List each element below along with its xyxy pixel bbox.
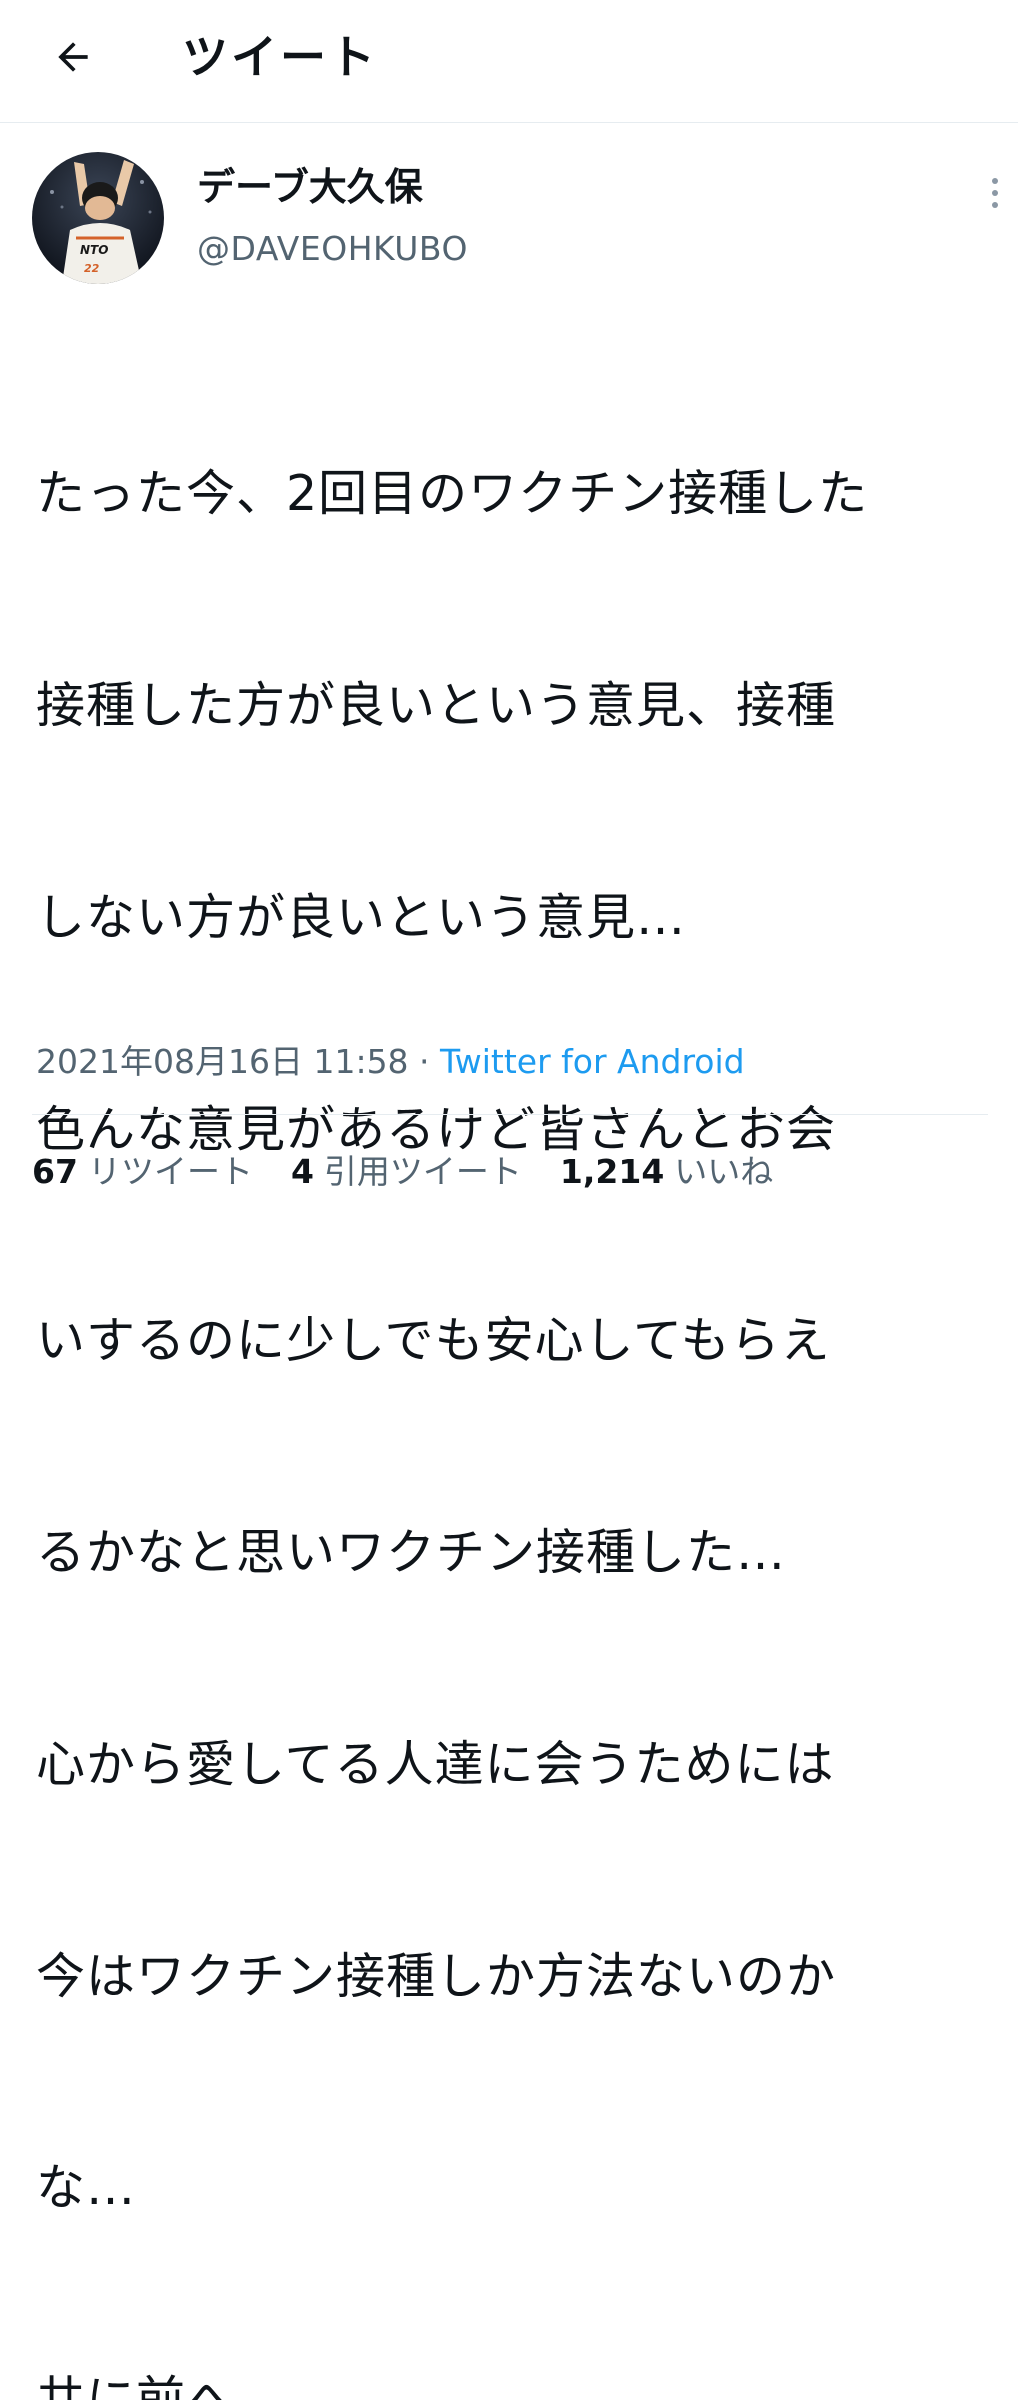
likes-count: 1,214 [559,1152,665,1191]
quotes-label: 引用ツイート [323,1152,522,1191]
quotes-count: 4 [290,1152,314,1191]
tweet-line: 心から愛してる人達に会うためには [36,1735,835,1793]
tweet-meta: 2021年08月16日 11:58 · Twitter for Android [36,1038,745,1086]
tweet-line: 今はワクチン接種しか方法ないのか [36,1947,837,2005]
divider [32,1114,988,1115]
meta-separator: · [408,1042,441,1081]
retweets-count: 67 [32,1152,78,1191]
tweet-line: たった今、2回目のワクチン接種した [36,465,869,523]
retweets-stat[interactable]: 67 リツイート [32,1148,253,1196]
likes-label: いいね [674,1152,774,1191]
page-title: ツイート [182,30,378,84]
tweet-line: るかなと思いワクチン接種した… [36,1524,787,1582]
arrow-left-icon [58,42,88,72]
tweet-line: な… [36,2159,137,2217]
tweet-source-link[interactable]: Twitter for Android [440,1042,745,1081]
engagement-stats: 67 リツイート 4 引用ツイート 1,214 いいね [32,1148,811,1196]
tweet-body: たった今、2回目のワクチン接種した 接種した方が良いという意見、接種 しない方が… [36,318,996,2400]
tweet-line: 共に前へ… [36,2371,287,2400]
author-display-name[interactable]: デーブ大久保 [197,163,423,211]
avatar[interactable]: NTO 22 [32,152,164,284]
top-bar: ツイート [0,0,1018,123]
tweet-timestamp[interactable]: 2021年08月16日 11:58 [36,1042,409,1081]
likes-stat[interactable]: 1,214 いいね [560,1148,773,1196]
tweet-line: 接種した方が良いという意見、接種 [36,676,837,734]
svg-text:NTO: NTO [80,243,108,257]
back-button[interactable] [38,22,108,92]
retweets-label: リツイート [87,1152,253,1191]
tweet-line: しない方が良いという意見… [36,888,687,946]
author-handle[interactable]: @DAVEOHKUBO [197,227,468,271]
more-vertical-icon [992,178,998,208]
tweet-line: いするのに少しでも安心してもらえ [36,1312,831,1370]
more-options-button[interactable] [975,170,1015,216]
quotes-stat[interactable]: 4 引用ツイート [291,1148,522,1196]
avatar-photo: NTO 22 [32,152,164,284]
svg-text:22: 22 [84,262,100,275]
